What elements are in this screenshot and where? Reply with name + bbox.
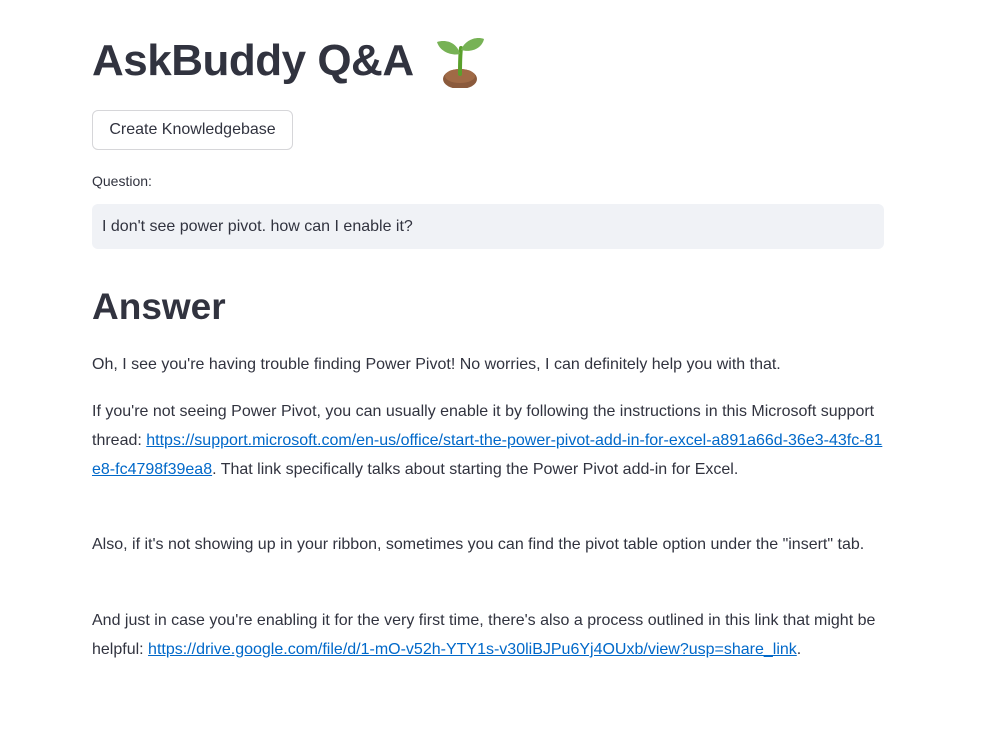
answer-paragraph: Also, if it's not showing up in your rib… xyxy=(92,536,865,553)
question-input[interactable] xyxy=(92,204,884,249)
answer-paragraph: And just in case you're enabling it for … xyxy=(92,606,884,664)
answer-text: . xyxy=(796,641,802,658)
answer-paragraph: If you're not seeing Power Pivot, you ca… xyxy=(92,397,884,484)
create-knowledgebase-button[interactable]: Create Knowledgebase xyxy=(92,110,293,150)
google-drive-link[interactable]: https://drive.google.com/file/d/1-mO-v52… xyxy=(148,641,797,658)
page-title: AskBuddy Q&A xyxy=(92,34,488,88)
seedling-icon xyxy=(436,38,484,88)
answer-text: . That link specifically talks about sta… xyxy=(212,461,739,478)
answer-heading: Answer xyxy=(92,286,226,327)
answer-paragraph: Oh, I see you're having trouble finding … xyxy=(92,356,781,373)
page-title-text: AskBuddy Q&A xyxy=(92,36,414,85)
question-label: Question: xyxy=(92,173,152,189)
